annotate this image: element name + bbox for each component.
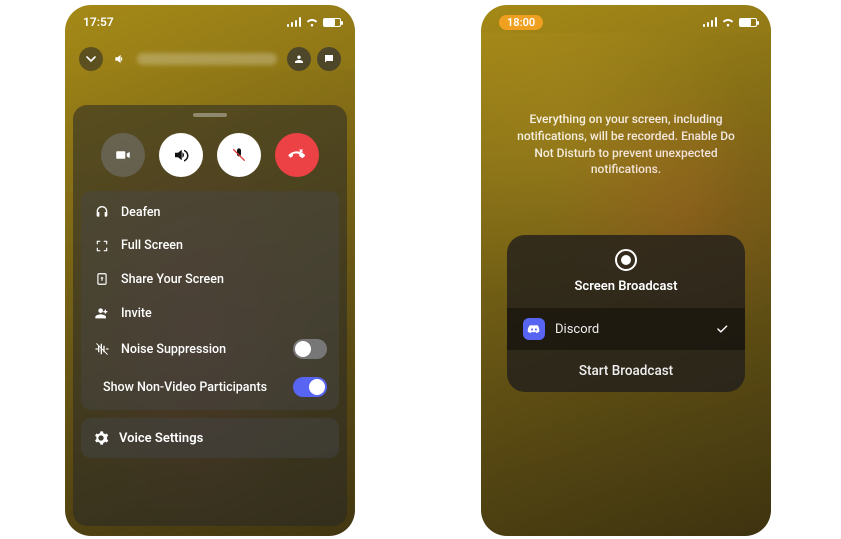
- start-broadcast-button[interactable]: Start Broadcast: [507, 350, 745, 392]
- members-button[interactable]: [287, 47, 311, 71]
- people-icon: [293, 53, 305, 65]
- option-label: Noise Suppression: [121, 342, 226, 357]
- option-invite[interactable]: Invite: [91, 296, 329, 330]
- option-fullscreen[interactable]: Full Screen: [91, 229, 329, 262]
- status-time: 17:57: [83, 15, 114, 29]
- status-bar: 17:57: [65, 5, 355, 33]
- broadcast-sheet: Screen Broadcast Discord Start Broadcast: [507, 235, 745, 392]
- broadcast-title: Screen Broadcast: [507, 279, 745, 294]
- option-share-screen[interactable]: Share Your Screen: [91, 262, 329, 296]
- option-list: Deafen Full Screen Share Your Screen Inv…: [81, 191, 339, 410]
- option-label: Invite: [121, 306, 152, 321]
- status-time-pill: 18:00: [499, 15, 543, 30]
- mute-button[interactable]: [217, 133, 261, 177]
- start-broadcast-label: Start Broadcast: [579, 363, 673, 379]
- noise-toggle[interactable]: [293, 339, 327, 359]
- call-sheet: Deafen Full Screen Share Your Screen Inv…: [73, 105, 347, 526]
- record-icon: [615, 249, 637, 271]
- channel-title-blurred: [137, 53, 277, 65]
- broadcast-app-row[interactable]: Discord: [507, 308, 745, 350]
- invite-icon: [93, 305, 111, 321]
- check-icon: [715, 322, 729, 336]
- option-label: Deafen: [121, 205, 161, 220]
- battery-icon: [323, 18, 341, 27]
- camera-button[interactable]: [101, 133, 145, 177]
- control-row: [81, 133, 339, 177]
- option-label: Show Non-Video Participants: [103, 380, 267, 395]
- option-deafen[interactable]: Deafen: [91, 195, 329, 229]
- status-bar: 18:00: [481, 5, 771, 33]
- battery-icon: [739, 18, 757, 27]
- speaker-button[interactable]: [159, 133, 203, 177]
- cell-signal-icon: [703, 17, 717, 27]
- status-icons: [287, 17, 341, 27]
- cell-signal-icon: [287, 17, 301, 27]
- speaker-icon: [113, 52, 127, 66]
- chat-icon: [323, 53, 335, 65]
- headphones-icon: [93, 204, 111, 220]
- chevron-down-icon: [86, 54, 96, 64]
- option-label: Share Your Screen: [121, 272, 224, 287]
- gear-icon: [93, 430, 109, 446]
- sheet-grabber[interactable]: [193, 113, 227, 117]
- volume-icon: [172, 146, 190, 164]
- wifi-icon: [721, 17, 735, 27]
- channel-bar: [65, 33, 355, 71]
- fullscreen-icon: [93, 239, 111, 253]
- noise-icon: [93, 341, 111, 357]
- shownv-toggle[interactable]: [293, 377, 327, 397]
- broadcast-app-name: Discord: [555, 322, 599, 337]
- chat-button[interactable]: [317, 47, 341, 71]
- hangup-icon: [288, 146, 306, 164]
- status-icons: [703, 17, 757, 27]
- option-label: Full Screen: [121, 238, 183, 253]
- hangup-button[interactable]: [275, 133, 319, 177]
- wifi-icon: [305, 17, 319, 27]
- voice-settings-button[interactable]: Voice Settings: [81, 418, 339, 458]
- discord-icon: [523, 318, 545, 340]
- camera-icon: [114, 146, 132, 164]
- mic-off-icon: [231, 147, 247, 163]
- collapse-button[interactable]: [79, 47, 103, 71]
- option-show-nonvideo[interactable]: Show Non-Video Participants: [91, 368, 329, 406]
- phone-left: 17:57: [65, 5, 355, 536]
- screen-share-icon: [93, 271, 111, 287]
- voice-settings-label: Voice Settings: [119, 431, 203, 446]
- option-noise-suppression[interactable]: Noise Suppression: [91, 330, 329, 368]
- phone-right: 18:00 Everything on your screen, includi…: [481, 5, 771, 536]
- broadcast-header: Screen Broadcast: [507, 235, 745, 308]
